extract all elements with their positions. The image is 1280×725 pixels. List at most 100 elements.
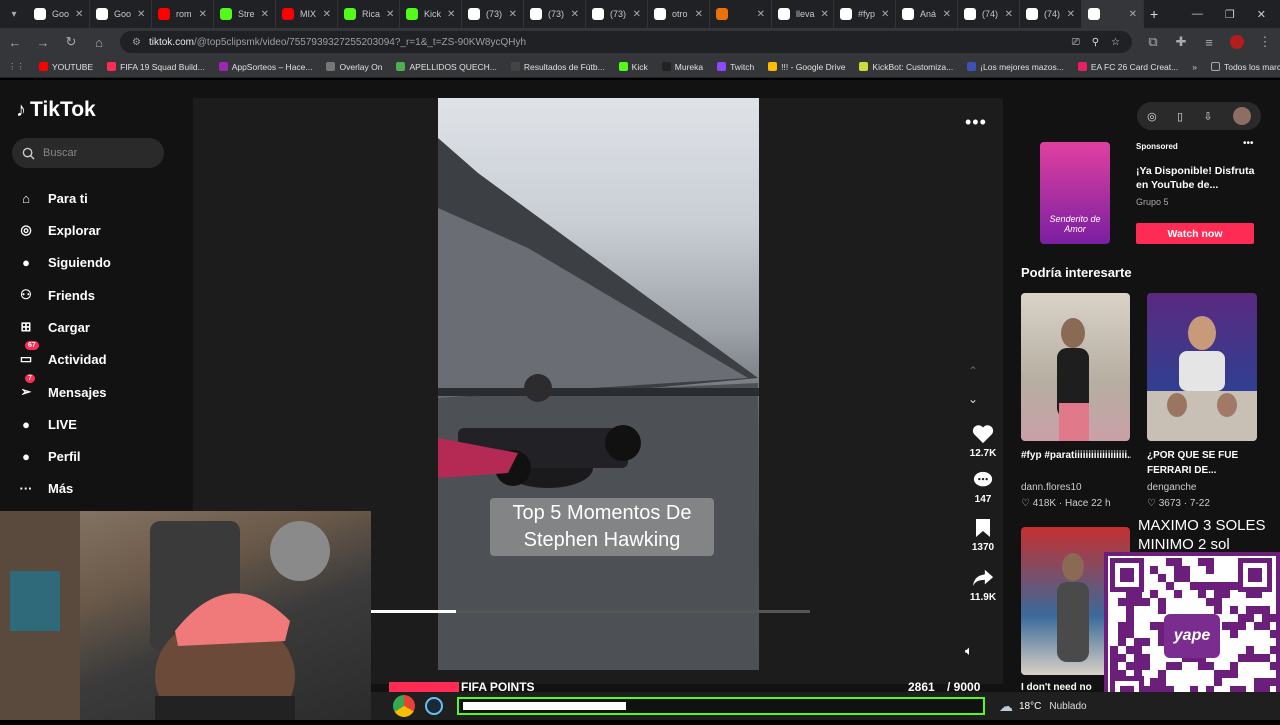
restore-icon[interactable]: ❐	[1225, 8, 1235, 21]
sidebar-item-friends[interactable]: ⚇ Friends	[16, 285, 95, 305]
reload-icon[interactable]: ↻	[64, 34, 78, 50]
rec-author-1[interactable]: dann.flores10	[1021, 482, 1082, 493]
browser-tab[interactable]: ✕	[710, 0, 772, 28]
home-icon[interactable]: ⌂	[92, 35, 106, 50]
search-input[interactable]: Buscar	[12, 138, 164, 168]
tab-close-icon[interactable]: ✕	[757, 9, 765, 20]
tab-close-icon[interactable]: ✕	[75, 9, 83, 20]
tab-close-icon[interactable]: ✕	[881, 9, 889, 20]
share-button[interactable]: 11.9K	[963, 568, 1003, 603]
tab-close-icon[interactable]: ✕	[447, 9, 455, 20]
bookmark-item[interactable]: Kick	[618, 62, 648, 72]
sidebar-item-actividad[interactable]: ▭ 67 Actividad	[16, 341, 107, 369]
browser-tab[interactable]: Goo ✕	[90, 0, 152, 28]
puzzle-icon[interactable]: ✚	[1174, 34, 1188, 50]
sidebar-item-siguiendo[interactable]: ● Siguiendo	[16, 252, 111, 272]
recommended-thumb-1[interactable]	[1021, 293, 1130, 441]
tiktok-logo[interactable]: ♪ TikTok	[16, 98, 96, 122]
sidebar-item-mensajes[interactable]: ➢ 7 Mensajes	[16, 374, 107, 402]
user-avatar[interactable]	[1232, 107, 1251, 125]
compass-icon[interactable]: ◎	[1147, 110, 1157, 123]
bookmark-item[interactable]: !!! - Google Drive	[768, 62, 845, 72]
bookmark-item[interactable]: Twitch	[717, 62, 754, 72]
tab-close-icon[interactable]: ✕	[821, 9, 829, 20]
tab-close-icon[interactable]: ✕	[943, 9, 951, 20]
tab-close-icon[interactable]: ✕	[1129, 9, 1137, 20]
chrome-taskbar-icon[interactable]	[393, 695, 415, 717]
next-video-icon[interactable]: ⌄	[968, 392, 978, 406]
media-icon[interactable]: ≡	[1202, 35, 1216, 50]
site-info-icon[interactable]: ⚙	[132, 37, 141, 48]
comment-button[interactable]: 147	[963, 470, 1003, 505]
browser-tab[interactable]: (73) ✕	[462, 0, 524, 28]
like-button[interactable]: 12.7K	[963, 424, 1003, 459]
forward-icon[interactable]: →	[36, 35, 50, 50]
browser-tab[interactable]: Aná ✕	[896, 0, 958, 28]
tab-close-icon[interactable]: ✕	[386, 9, 394, 20]
sidebar-item-cargar[interactable]: ⊞ Cargar	[16, 317, 90, 337]
bookmark-item[interactable]: KickBot: Customiza...	[859, 62, 953, 72]
extension-icon[interactable]: ⧉	[1146, 34, 1160, 50]
back-icon[interactable]: ←	[8, 35, 22, 50]
rec-title-2[interactable]: ¿POR QUE SE FUE FERRARI DE...	[1147, 448, 1257, 478]
phone-icon[interactable]: ▯	[1177, 110, 1183, 123]
browser-tab[interactable]: (74) ✕	[1020, 0, 1082, 28]
ad-thumbnail[interactable]: Senderito de Amor	[1040, 142, 1110, 244]
bookmark-item[interactable]: Mureka	[661, 62, 703, 72]
new-tab-button[interactable]: +	[1150, 6, 1158, 22]
rec-author-2[interactable]: denganche	[1147, 482, 1197, 493]
bookmark-item[interactable]: FIFA 19 Squad Build...	[107, 62, 205, 72]
all-bookmarks[interactable]: Todos los marcadores	[1210, 62, 1280, 72]
tab-close-icon[interactable]: ✕	[261, 9, 269, 20]
tab-close-icon[interactable]: ✕	[137, 9, 145, 20]
bookmark-item[interactable]: APELLIDOS QUECH...	[396, 62, 497, 72]
browser-tab[interactable]: Goo ✕	[28, 0, 90, 28]
bookmark-item[interactable]: ¡Los mejores mazos...	[967, 62, 1064, 72]
ad-options-icon[interactable]: •••	[1243, 138, 1254, 149]
browser-tab[interactable]: Stre ✕	[214, 0, 276, 28]
tab-search-icon[interactable]: ▾	[0, 9, 28, 20]
zoom-icon[interactable]: ⚲	[1092, 37, 1099, 48]
video-player[interactable]: Top 5 Momentos De Stephen Hawking	[438, 98, 759, 670]
previous-video-icon[interactable]: ⌃	[968, 364, 978, 378]
browser-tab[interactable]: rom ✕	[152, 0, 214, 28]
ad-title[interactable]: ¡Ya Disponible! Disfruta en YouTube de..…	[1136, 164, 1260, 192]
menu-icon[interactable]: ⋮	[1258, 34, 1272, 50]
browser-tab[interactable]: lleva ✕	[772, 0, 834, 28]
install-icon[interactable]: ⎚	[1072, 37, 1080, 48]
bookmark-item[interactable]: YOUTUBE	[39, 62, 93, 72]
recommended-thumb-2[interactable]	[1147, 293, 1257, 441]
bookmark-item[interactable]: Overlay On	[326, 62, 382, 72]
browser-tab[interactable]: ✕	[1082, 0, 1144, 28]
url-field[interactable]: ⚙ tiktok.com/@top5clipsmk/video/75579393…	[120, 31, 1132, 53]
browser-tab[interactable]: MIX ✕	[276, 0, 338, 28]
tab-close-icon[interactable]: ✕	[509, 9, 517, 20]
browser-tab[interactable]: (73) ✕	[586, 0, 648, 28]
tab-close-icon[interactable]: ✕	[323, 9, 331, 20]
browser-tab[interactable]: Rica ✕	[338, 0, 400, 28]
sidebar-item-explorar[interactable]: ◎ Explorar	[16, 220, 100, 240]
download-icon[interactable]: ⇩	[1203, 110, 1212, 123]
bookmark-item[interactable]: Resultados de Fútb...	[510, 62, 605, 72]
tab-close-icon[interactable]: ✕	[695, 9, 703, 20]
tab-close-icon[interactable]: ✕	[199, 9, 207, 20]
sidebar-item-live[interactable]: ● LIVE	[16, 414, 77, 434]
watch-now-button[interactable]: Watch now	[1136, 223, 1254, 244]
browser-tab[interactable]: otro ✕	[648, 0, 710, 28]
browser-tab[interactable]: (74) ✕	[958, 0, 1020, 28]
rec-title-1[interactable]: #fyp #paratiiiiiiiiiiiiiiiiiii...	[1021, 448, 1131, 463]
browser-tab[interactable]: #fyp ✕	[834, 0, 896, 28]
close-window-icon[interactable]: ✕	[1257, 8, 1266, 21]
profile-avatar[interactable]	[1230, 35, 1244, 49]
volume-icon[interactable]: 🔈︎	[965, 643, 973, 659]
browser-tab[interactable]: Kick ✕	[400, 0, 462, 28]
more-options-icon[interactable]: •••	[965, 112, 987, 133]
bookmark-star-icon[interactable]: ☆	[1111, 37, 1120, 48]
tab-close-icon[interactable]: ✕	[571, 9, 579, 20]
steam-taskbar-icon[interactable]	[425, 697, 443, 715]
browser-tab[interactable]: (73) ✕	[524, 0, 586, 28]
sidebar-item-más[interactable]: ··· Más	[16, 478, 74, 498]
bookmark-item[interactable]: AppSorteos – Hace...	[218, 62, 312, 72]
tab-close-icon[interactable]: ✕	[633, 9, 641, 20]
save-button[interactable]: 1370	[963, 518, 1003, 553]
